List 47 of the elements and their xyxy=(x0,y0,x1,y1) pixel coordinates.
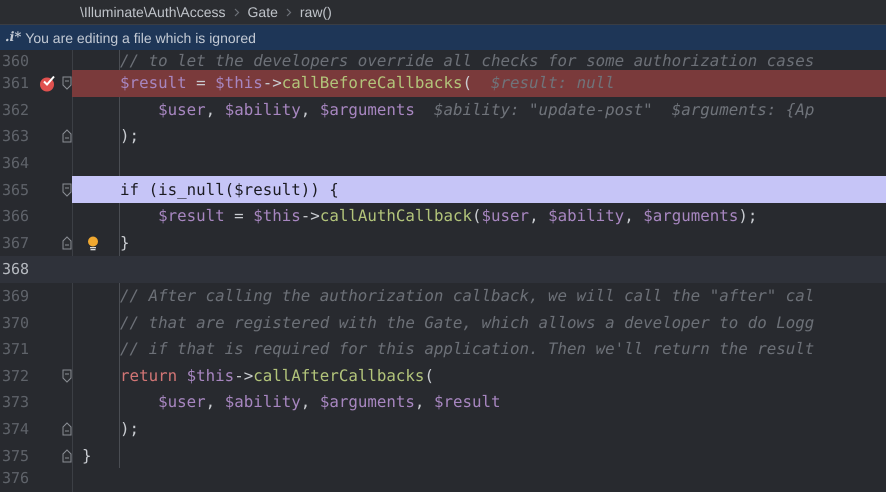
chevron-icon xyxy=(234,8,240,16)
file-type-icon: .i* xyxy=(5,30,22,45)
line-number: 375 xyxy=(1,446,30,465)
line-number: 376 xyxy=(1,468,30,487)
code-line: return $this->callAfterCallbacks( xyxy=(120,366,434,385)
code-comment: // if that is required for this application. Then we'll return the result xyxy=(120,340,814,358)
line-number: 367 xyxy=(1,234,30,252)
line-number: 362 xyxy=(1,100,30,119)
fold-end-icon[interactable] xyxy=(62,129,72,144)
breakpoint-icon[interactable] xyxy=(38,74,56,92)
code-line: } xyxy=(82,446,92,465)
code-line: ); xyxy=(120,127,140,146)
fold-end-icon[interactable] xyxy=(62,422,72,436)
code-line: } xyxy=(120,234,130,252)
code-line: ); xyxy=(120,420,140,438)
line-number: 370 xyxy=(1,314,30,332)
lightbulb-icon[interactable] xyxy=(87,236,99,251)
line-number: 361 xyxy=(1,74,30,92)
fold-start-icon[interactable] xyxy=(62,76,72,90)
fold-start-icon[interactable] xyxy=(62,182,72,197)
code-comment: // that are registered with the Gate, which allows a developer to do Logg xyxy=(120,314,814,332)
code-line: $user, $ability, $arguments $ability: "update-post" $arguments: {Ap xyxy=(158,100,814,119)
line-number: 369 xyxy=(1,287,30,306)
code-comment: // to let the developers override all checks for some authorization cases xyxy=(120,52,814,70)
code-line: $user, $ability, $arguments, $result xyxy=(158,393,501,412)
code-comment: // After calling the authorization callback, we will call the "after" cal xyxy=(120,287,814,306)
line-number: 368 xyxy=(1,260,30,278)
line-number: 360 xyxy=(1,52,30,70)
line-number: 373 xyxy=(1,393,30,412)
line-number: 372 xyxy=(1,366,30,385)
fold-start-icon[interactable] xyxy=(62,368,72,383)
code-line: $result = $this->callAuthCallback($user, $ability, $arguments); xyxy=(158,207,758,226)
line-number: 364 xyxy=(1,154,30,172)
line-number: 365 xyxy=(1,180,30,199)
line-number: 363 xyxy=(1,127,30,146)
code-line: if (is_null($result)) { xyxy=(120,180,339,199)
line-number: 374 xyxy=(1,420,30,438)
line-number: 366 xyxy=(1,207,30,226)
code-line: $result = $this->callBeforeCallbacks( $result: null xyxy=(120,74,615,92)
breadcrumb-item[interactable]: \Illuminate\Auth\Access xyxy=(80,4,226,20)
notice-text: You are editing a file which is ignored xyxy=(25,30,256,46)
fold-end-icon[interactable] xyxy=(62,236,72,250)
line-number: 371 xyxy=(1,340,30,358)
breadcrumb-item[interactable]: raw() xyxy=(300,4,332,20)
breadcrumb-item[interactable]: Gate xyxy=(248,4,278,20)
fold-end-icon[interactable] xyxy=(62,448,72,463)
chevron-icon xyxy=(286,8,292,16)
